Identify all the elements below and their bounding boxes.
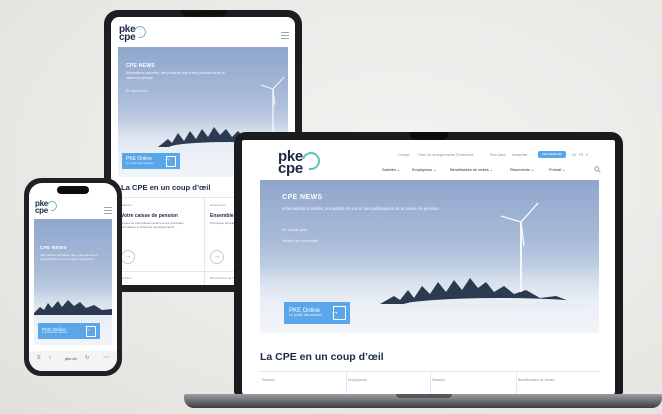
laptop-lid: Contact Fiche de renseignements Formulai…	[234, 132, 623, 394]
phone-screen: pke cpe CPE NEWS Informations actuelles, …	[29, 183, 117, 371]
url-field[interactable]: pke.ch	[65, 356, 77, 361]
hero-link-all[interactable]: Toutes les nouvelles	[282, 238, 318, 243]
column-label-1: Salariés	[262, 378, 275, 382]
hamburger-icon[interactable]	[104, 207, 112, 216]
hero-text: Informations actuelles, des points de vu…	[282, 206, 439, 211]
search-icon[interactable]	[594, 166, 601, 173]
divider	[346, 371, 347, 394]
laptop-logo[interactable]: pke cpe	[278, 148, 324, 176]
arrow-right-icon: →	[164, 156, 171, 163]
pke-online-button[interactable]: PKE Online Le portail des assurés →	[38, 323, 100, 339]
divider	[516, 371, 517, 394]
topbar-link-contact[interactable]: Contact	[398, 153, 409, 157]
nav-portrait[interactable]: Portrait ⌄	[549, 167, 566, 172]
column-label-3: Salariés	[432, 378, 445, 382]
hamburger-icon[interactable]	[281, 32, 289, 41]
card1-text: Toutes les informations ainsi que les pr…	[121, 221, 184, 230]
reload-icon[interactable]: ↻	[85, 355, 89, 361]
column-label-4: Bénéficiaires de rentes	[518, 378, 555, 382]
hero-text: Informations actuelles, des points de vu…	[126, 71, 225, 80]
nav-placements[interactable]: Placements ⌄	[510, 167, 534, 172]
back-icon[interactable]: ‹	[49, 355, 51, 361]
search-pill-button[interactable]: RECHERCHE	[538, 151, 566, 158]
forest-hill	[34, 300, 112, 315]
cta-sub: Le portail des assurés	[126, 161, 154, 166]
tablet-camera	[182, 10, 226, 17]
background: pke cpe CPE NEWS Informations actuelles,…	[0, 0, 662, 414]
card2-title[interactable]: Ensemble	[210, 213, 234, 219]
phone-device: pke cpe CPE NEWS Informations actuelles, …	[24, 178, 122, 376]
topbar-link-forms[interactable]: Fiche de renseignements Formulaires	[418, 153, 473, 157]
lang-fr[interactable]: FR	[579, 153, 583, 157]
card1-title[interactable]: Votre caisse de pension	[121, 213, 178, 219]
column-label-2: Employeurs	[348, 378, 367, 382]
tablet-logo[interactable]: pke cpe	[119, 23, 149, 43]
laptop-screen: Contact Fiche de renseignements Formulai…	[242, 140, 615, 394]
pke-online-button[interactable]: PKE Online Le portail des assurés →	[122, 153, 180, 169]
arrow-right-icon: →	[124, 253, 132, 260]
laptop-hinge-notch	[396, 394, 452, 398]
laptop-camera-notch	[410, 132, 448, 140]
share-icon[interactable]: ≡	[37, 355, 41, 361]
arrow-right-icon: →	[330, 306, 339, 316]
card1-arrow-button[interactable]: →	[121, 250, 135, 264]
card2-kicker: Employeurs	[210, 203, 226, 207]
lang-it[interactable]: IT	[586, 153, 589, 157]
phone-hero: CPE NEWS Informations actuelles, des poi…	[34, 219, 112, 345]
hero-text: Informations actuelles, des points de vu…	[40, 253, 98, 262]
cta-sub: Le portail des assurés	[289, 313, 323, 318]
topbar-link-newsletter[interactable]: Newsletter	[512, 153, 528, 157]
topbar-link-place[interactable]: Pour place	[490, 153, 506, 157]
card2-arrow-button[interactable]: →	[210, 250, 224, 264]
forest-hill	[380, 278, 590, 308]
lang-de[interactable]: DE	[572, 153, 576, 157]
hero-kicker: CPE NEWS	[40, 245, 67, 250]
nav-salaries[interactable]: Salariés ⌄	[382, 167, 400, 172]
divider	[430, 371, 431, 394]
nav-beneficiaires[interactable]: Bénéficiaires de rentes ⌄	[450, 167, 493, 172]
arrow-right-icon: →	[84, 326, 91, 333]
hero-link[interactable]: En savoir plus	[126, 89, 147, 93]
hero-kicker: CPE NEWS	[126, 63, 156, 69]
phone-logo[interactable]: pke cpe	[35, 199, 59, 214]
browser-bar: ≡ ‹ pke.ch ↻ ⋯	[29, 351, 117, 371]
wind-turbine-icon	[260, 76, 285, 135]
more-icon[interactable]: ⋯	[103, 354, 109, 361]
hero-link[interactable]: En savoir plus	[282, 227, 307, 232]
laptop-hero: CPE NEWS Informations actuelles, des poi…	[260, 180, 599, 333]
section-title: La CPE en un coup d’œil	[260, 351, 384, 363]
hero-kicker: CPE NEWS	[282, 194, 323, 201]
dynamic-island	[57, 186, 89, 194]
footer-left: Retraite	[121, 276, 132, 280]
card1-kicker: Salariés	[121, 203, 132, 207]
section-title: La CPE en un coup d’œil	[121, 183, 211, 192]
nav-employeurs[interactable]: Employeurs ⌄	[412, 167, 436, 172]
cta-sub: Le portail des assurés	[42, 331, 68, 335]
arrow-right-icon: →	[213, 253, 221, 260]
pke-online-button[interactable]: PKE Online Le portail des assurés →	[284, 302, 350, 324]
wind-turbine-icon	[500, 202, 539, 292]
